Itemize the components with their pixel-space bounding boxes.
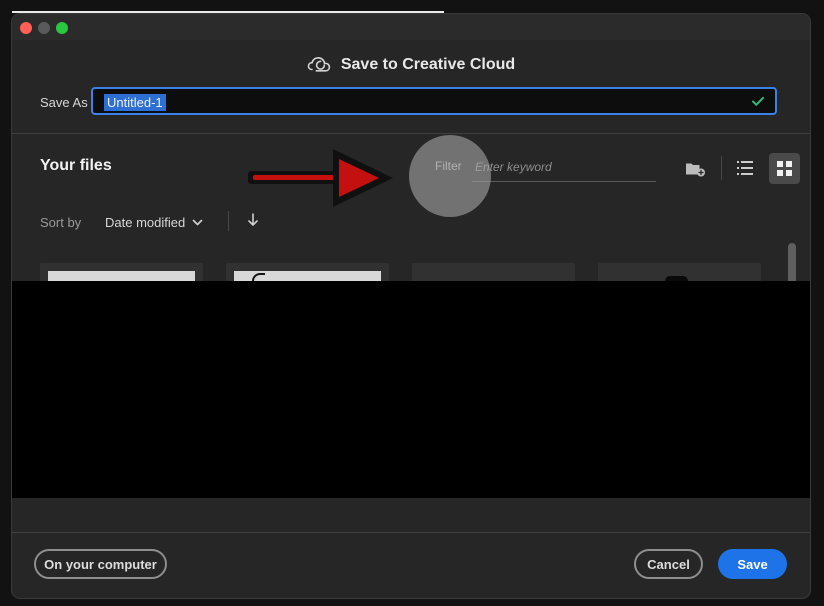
view-toggle-divider <box>721 156 722 180</box>
dialog-title: Save to Creative Cloud <box>340 56 516 73</box>
zoom-window-button[interactable] <box>56 22 68 34</box>
save-as-input[interactable]: Untitled-1 <box>91 87 777 115</box>
thumbnail-mark <box>252 273 265 281</box>
chevron-down-icon <box>192 219 203 225</box>
file-card[interactable] <box>598 263 761 282</box>
save-as-label: Save As <box>40 95 88 110</box>
file-card[interactable] <box>412 263 575 282</box>
save-button[interactable]: Save <box>718 549 787 579</box>
file-card[interactable] <box>40 263 203 282</box>
file-grid <box>40 263 770 282</box>
sort-value: Date modified <box>105 214 186 230</box>
grid-view-icon <box>777 161 792 176</box>
footer-divider <box>12 532 810 533</box>
creative-cloud-icon <box>307 56 331 72</box>
screen: Save to Creative Cloud Save As Untitled-… <box>0 0 824 606</box>
save-as-value[interactable]: Untitled-1 <box>104 94 166 111</box>
sort-dropdown[interactable]: Date modified <box>105 212 204 232</box>
filter-keyword-input[interactable] <box>472 153 656 182</box>
check-icon <box>752 96 764 106</box>
list-view-icon[interactable] <box>736 159 754 177</box>
redacted-region <box>12 281 810 498</box>
filter-label: Filter <box>435 159 462 173</box>
dialog-header: Save to Creative Cloud <box>12 52 810 78</box>
header-divider <box>12 133 810 134</box>
sort-by-label: Sort by <box>40 215 82 230</box>
save-dialog-window: Save to Creative Cloud Save As Untitled-… <box>12 14 810 598</box>
close-window-button[interactable] <box>20 22 32 34</box>
file-card[interactable] <box>226 263 389 282</box>
files-scrollbar[interactable] <box>788 243 796 285</box>
your-files-heading: Your files <box>40 157 112 174</box>
cancel-button[interactable]: Cancel <box>634 549 703 579</box>
top-highlight-line <box>12 11 444 13</box>
on-your-computer-button[interactable]: On your computer <box>34 549 167 579</box>
minimize-window-button[interactable] <box>38 22 50 34</box>
window-titlebar <box>12 14 810 40</box>
arrow-down-icon[interactable] <box>247 213 259 227</box>
folder-add-icon[interactable] <box>684 158 706 178</box>
grid-view-button[interactable] <box>769 153 800 184</box>
red-arrow-icon <box>248 149 393 207</box>
sort-divider <box>228 211 229 231</box>
